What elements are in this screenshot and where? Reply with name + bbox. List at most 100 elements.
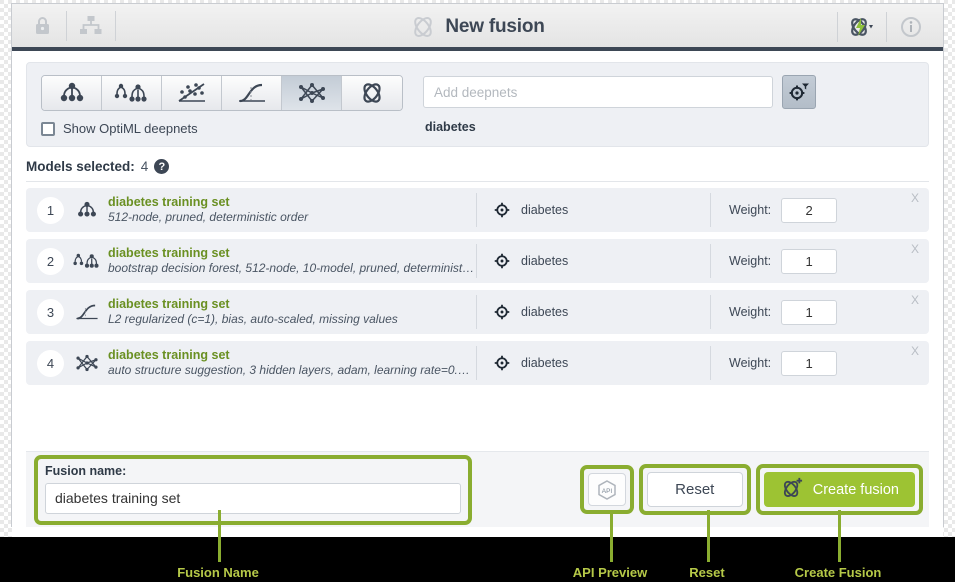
row-dataset: diabetes <box>477 302 710 322</box>
table-row[interactable]: 1 diabetes training set 512-node, pruned… <box>26 188 929 232</box>
table-row[interactable]: 3 diabetes training set L2 regularized (… <box>26 290 929 334</box>
annotation-label-fusion-name: Fusion Name <box>177 565 259 580</box>
annotation-black-bar <box>0 537 955 582</box>
info-icon[interactable] <box>887 4 935 50</box>
titlebar-divider-2 <box>115 10 116 41</box>
row-weight: Weight: <box>711 197 838 223</box>
window-title: New fusion <box>12 4 943 50</box>
row-names: diabetes training set L2 regularized (c=… <box>108 297 476 327</box>
models-selected-count: 4 <box>140 159 149 174</box>
weight-input[interactable] <box>781 299 838 325</box>
fusion-plus-icon <box>780 477 804 503</box>
window-title-bar: New fusion <box>12 4 943 51</box>
api-preview-highlight: API <box>579 465 634 514</box>
deepnet-search-row <box>423 75 816 109</box>
row-index: 2 <box>37 247 64 275</box>
page-title: New fusion <box>445 16 545 37</box>
remove-row-button[interactable]: X <box>911 293 919 307</box>
annotation-label-api-preview: API Preview <box>572 565 648 580</box>
row-names: diabetes training set bootstrap decision… <box>108 246 476 276</box>
dataset-icon <box>494 355 510 371</box>
logistic-regression-icon <box>70 302 104 322</box>
row-weight: Weight: <box>711 248 838 274</box>
flash-dropdown-icon[interactable] <box>838 4 886 50</box>
dataset-filter-icon[interactable] <box>782 75 816 109</box>
model-type-button-group <box>41 75 403 111</box>
model-name-link[interactable]: diabetes training set <box>108 348 476 363</box>
dataset-icon <box>494 253 510 269</box>
create-fusion-button[interactable]: Create fusion <box>763 472 915 507</box>
ensemble-icon <box>70 251 104 271</box>
titlebar-right-icons <box>837 4 935 50</box>
selected-dataset-label: diabetes <box>425 120 476 134</box>
row-names: diabetes training set auto structure sug… <box>108 348 476 378</box>
fusion-name-input[interactable] <box>45 482 461 514</box>
fusion-name-label: Fusion name: <box>45 463 127 478</box>
weight-label: Weight: <box>729 305 772 319</box>
remove-row-button[interactable]: X <box>911 191 919 205</box>
model-icon <box>70 200 104 220</box>
weight-input[interactable] <box>781 350 838 376</box>
titlebar-left-icons <box>12 3 116 49</box>
show-optiml-label: Show OptiML deepnets <box>63 121 198 136</box>
dataset-name: diabetes <box>521 305 569 319</box>
row-weight: Weight: <box>711 350 838 376</box>
footer-bar: Fusion name: API Reset <box>26 451 929 527</box>
reset-button[interactable]: Reset <box>646 472 743 507</box>
row-dataset: diabetes <box>477 251 710 271</box>
model-description: L2 regularized (c=1), bias, auto-scaled,… <box>108 312 398 326</box>
type-button-logistic-regression[interactable] <box>222 76 282 110</box>
type-filter-column: Show OptiML deepnets <box>41 75 403 136</box>
fusion-name-highlight: Fusion name: <box>34 454 472 525</box>
weight-input[interactable] <box>781 248 838 274</box>
model-name-link[interactable]: diabetes training set <box>108 195 476 210</box>
svg-text:API: API <box>602 488 613 495</box>
weight-label: Weight: <box>729 356 772 370</box>
row-index: 3 <box>37 298 64 326</box>
weight-label: Weight: <box>729 203 772 217</box>
annotation-label-reset: Reset <box>689 565 725 580</box>
search-input[interactable] <box>423 76 773 108</box>
show-optiml-deepnets-row[interactable]: Show OptiML deepnets <box>41 121 403 136</box>
type-button-fusion[interactable] <box>342 76 402 110</box>
table-row[interactable]: 4 diabetes training set auto structure s… <box>26 341 929 385</box>
window-content: Show OptiML deepnets diabetes <box>12 62 943 537</box>
model-name-link[interactable]: diabetes training set <box>108 246 476 261</box>
type-button-model[interactable] <box>42 76 102 110</box>
dataset-icon <box>494 202 510 218</box>
resource-selector-panel: Show OptiML deepnets diabetes <box>26 62 929 147</box>
remove-row-button[interactable]: X <box>911 242 919 256</box>
footer-buttons: API Reset Create fusion <box>579 464 929 515</box>
lock-icon[interactable] <box>18 3 66 49</box>
api-icon[interactable]: API <box>587 473 626 506</box>
dataset-icon <box>494 304 510 320</box>
deepnet-icon <box>70 353 104 373</box>
dataset-name: diabetes <box>521 356 569 370</box>
create-fusion-label: Create fusion <box>812 481 899 498</box>
show-optiml-checkbox[interactable] <box>41 121 55 136</box>
weight-label: Weight: <box>729 254 772 268</box>
models-selected-label: Models selected: <box>26 159 135 174</box>
type-button-cluster[interactable] <box>162 76 222 110</box>
help-icon[interactable]: ? <box>154 159 170 174</box>
dataset-name: diabetes <box>521 203 569 217</box>
weight-input[interactable] <box>781 197 838 223</box>
dataset-name: diabetes <box>521 254 569 268</box>
type-button-deepnet[interactable] <box>282 76 342 110</box>
model-description: auto structure suggestion, 3 hidden laye… <box>108 363 476 377</box>
row-index: 4 <box>37 349 64 377</box>
model-list: 1 diabetes training set 512-node, pruned… <box>26 188 929 385</box>
row-weight: Weight: <box>711 299 838 325</box>
models-selected-header: Models selected: 4 ? <box>26 159 929 182</box>
type-button-ensemble[interactable] <box>102 76 162 110</box>
remove-row-button[interactable]: X <box>911 344 919 358</box>
table-row[interactable]: 2 diabetes training set bootstrap decisi… <box>26 239 929 283</box>
row-dataset: diabetes <box>477 200 710 220</box>
model-description: bootstrap decision forest, 512-node, 10-… <box>108 261 476 275</box>
deepnet-search-column: diabetes <box>423 75 816 134</box>
network-icon[interactable] <box>67 3 115 49</box>
model-name-link[interactable]: diabetes training set <box>108 297 476 312</box>
reset-highlight: Reset <box>638 464 751 515</box>
create-fusion-highlight: Create fusion <box>755 464 923 515</box>
model-description: 512-node, pruned, deterministic order <box>108 210 309 224</box>
